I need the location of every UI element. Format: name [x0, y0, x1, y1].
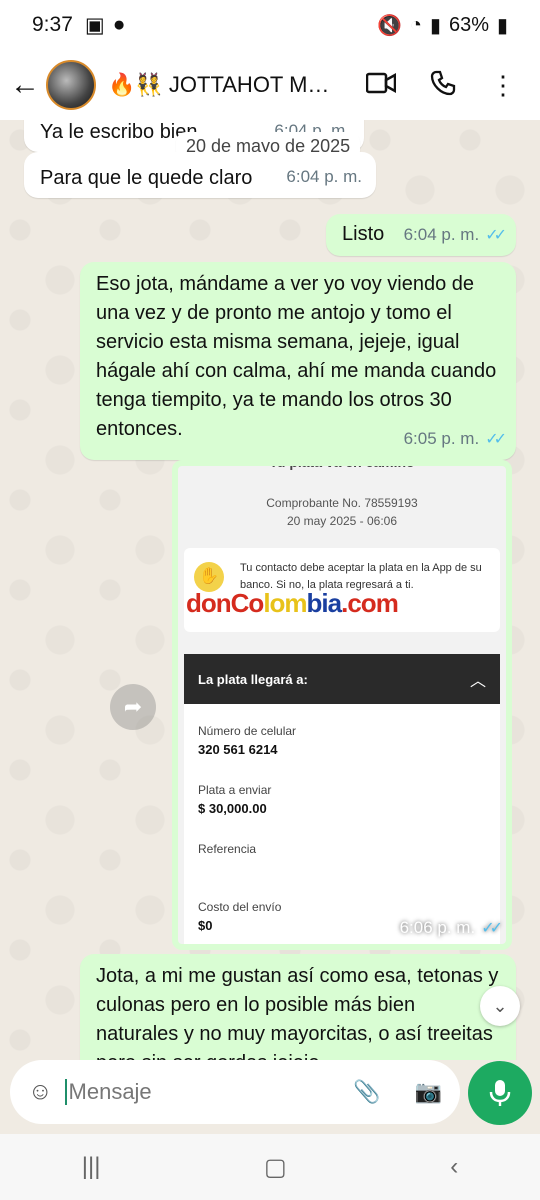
- location-icon: ●: [112, 13, 126, 36]
- section-header: La plata llegará a: ︿: [184, 654, 500, 704]
- back-nav-icon[interactable]: ‹: [450, 1153, 458, 1181]
- mic-icon: [489, 1080, 511, 1106]
- message-bubble[interactable]: Eso jota, mándame a ver yo voy viendo de…: [80, 262, 516, 460]
- message-input-bar[interactable]: ☺ Mensaje 📎 📷: [10, 1060, 460, 1124]
- battery-icon: ▮: [496, 14, 508, 37]
- gallery-icon: ▣: [84, 13, 105, 37]
- message-time: 6:04 p. m.: [286, 167, 362, 187]
- message-bubble[interactable]: Jota, a mi me gustan así como esa, teton…: [80, 954, 516, 1060]
- video-call-icon[interactable]: [365, 72, 397, 99]
- message-text: Para que le quede claro: [40, 167, 253, 189]
- mute-icon: 🔇: [376, 14, 402, 37]
- message-text: Listo: [342, 223, 385, 245]
- chevron-up-icon: ︿: [469, 673, 486, 690]
- section-title: La plata llegará a:: [198, 671, 308, 687]
- message-time: 6:06 p. m.: [399, 918, 476, 937]
- amount-value: $ 30,000.00: [198, 801, 267, 816]
- message-bubble[interactable]: Listo 6:04 p. m. ✓✓: [326, 214, 516, 256]
- phone-call-icon[interactable]: [430, 70, 456, 101]
- back-arrow-icon[interactable]: ←: [4, 68, 46, 102]
- transfer-details: Número de celular 320 561 6214 Plata a e…: [184, 704, 500, 944]
- read-ticks-icon: ✓✓: [485, 227, 507, 245]
- signal-icon: ▮: [429, 14, 441, 37]
- read-ticks-icon: ✓✓: [485, 431, 507, 449]
- reference-label: Referencia: [198, 842, 257, 856]
- recent-apps-icon[interactable]: |||: [82, 1153, 101, 1181]
- home-icon[interactable]: ▢: [264, 1153, 287, 1182]
- system-nav-bar: ||| ▢ ‹: [0, 1134, 540, 1200]
- receipt-heading: Tu plata va en camino: [269, 460, 415, 470]
- notice-card: ✋ Tu contacto debe aceptar la plata en l…: [184, 548, 500, 632]
- scroll-down-icon[interactable]: ⌄: [480, 986, 520, 1026]
- wifi-icon: ◔: [409, 13, 422, 36]
- phone-label: Número de celular: [198, 724, 297, 738]
- mic-button[interactable]: [468, 1061, 532, 1125]
- forward-icon[interactable]: ➦: [110, 684, 156, 730]
- more-options-icon[interactable]: ⋮: [490, 70, 516, 101]
- message-bubble[interactable]: Para que le quede claro 6:04 p. m.: [24, 152, 376, 198]
- amount-label: Plata a enviar: [198, 783, 272, 797]
- message-time: 6:04 p. m.: [403, 225, 480, 245]
- emoji-icon[interactable]: ☺: [28, 1078, 53, 1106]
- receipt-date: 20 may 2025 - 06:06: [286, 514, 398, 528]
- message-text: Ya le escribo bien: [40, 121, 198, 143]
- watermark: donColombia.com: [186, 588, 399, 618]
- chat-title[interactable]: 🔥👯 JOTTAHOT MA...: [108, 72, 338, 98]
- phone-value: 320 561 6214: [198, 742, 278, 757]
- chat-header: ← 🔥👯 JOTTAHOT MA... ⋮: [0, 50, 540, 120]
- chat-area[interactable]: Ya le escribo bien 6:04 p. m. 20 de mayo…: [0, 120, 540, 1060]
- receipt-number: Comprobante No. 78559193: [266, 496, 418, 510]
- status-time: 9:37: [32, 13, 73, 36]
- status-bar: 9:37 ▣ ● 🔇 ◔ ▮ 63% ▮: [0, 0, 540, 50]
- message-input[interactable]: Mensaje: [64, 1079, 152, 1105]
- camera-icon[interactable]: 📷: [415, 1079, 442, 1105]
- message-text: Eso jota, mándame a ver yo voy viendo de…: [96, 273, 497, 440]
- fee-label: Costo del envío: [198, 900, 282, 914]
- message-time: 6:05 p. m.: [403, 429, 480, 449]
- attach-icon[interactable]: 📎: [353, 1079, 380, 1105]
- message-text: Jota, a mi me gustan así como esa, teton…: [96, 965, 499, 1060]
- receipt-image[interactable]: Tu plata va en camino Comprobante No. 78…: [172, 460, 512, 950]
- read-ticks-icon: ✓✓: [481, 920, 503, 937]
- battery-percent: 63%: [448, 13, 489, 36]
- avatar[interactable]: [46, 60, 96, 110]
